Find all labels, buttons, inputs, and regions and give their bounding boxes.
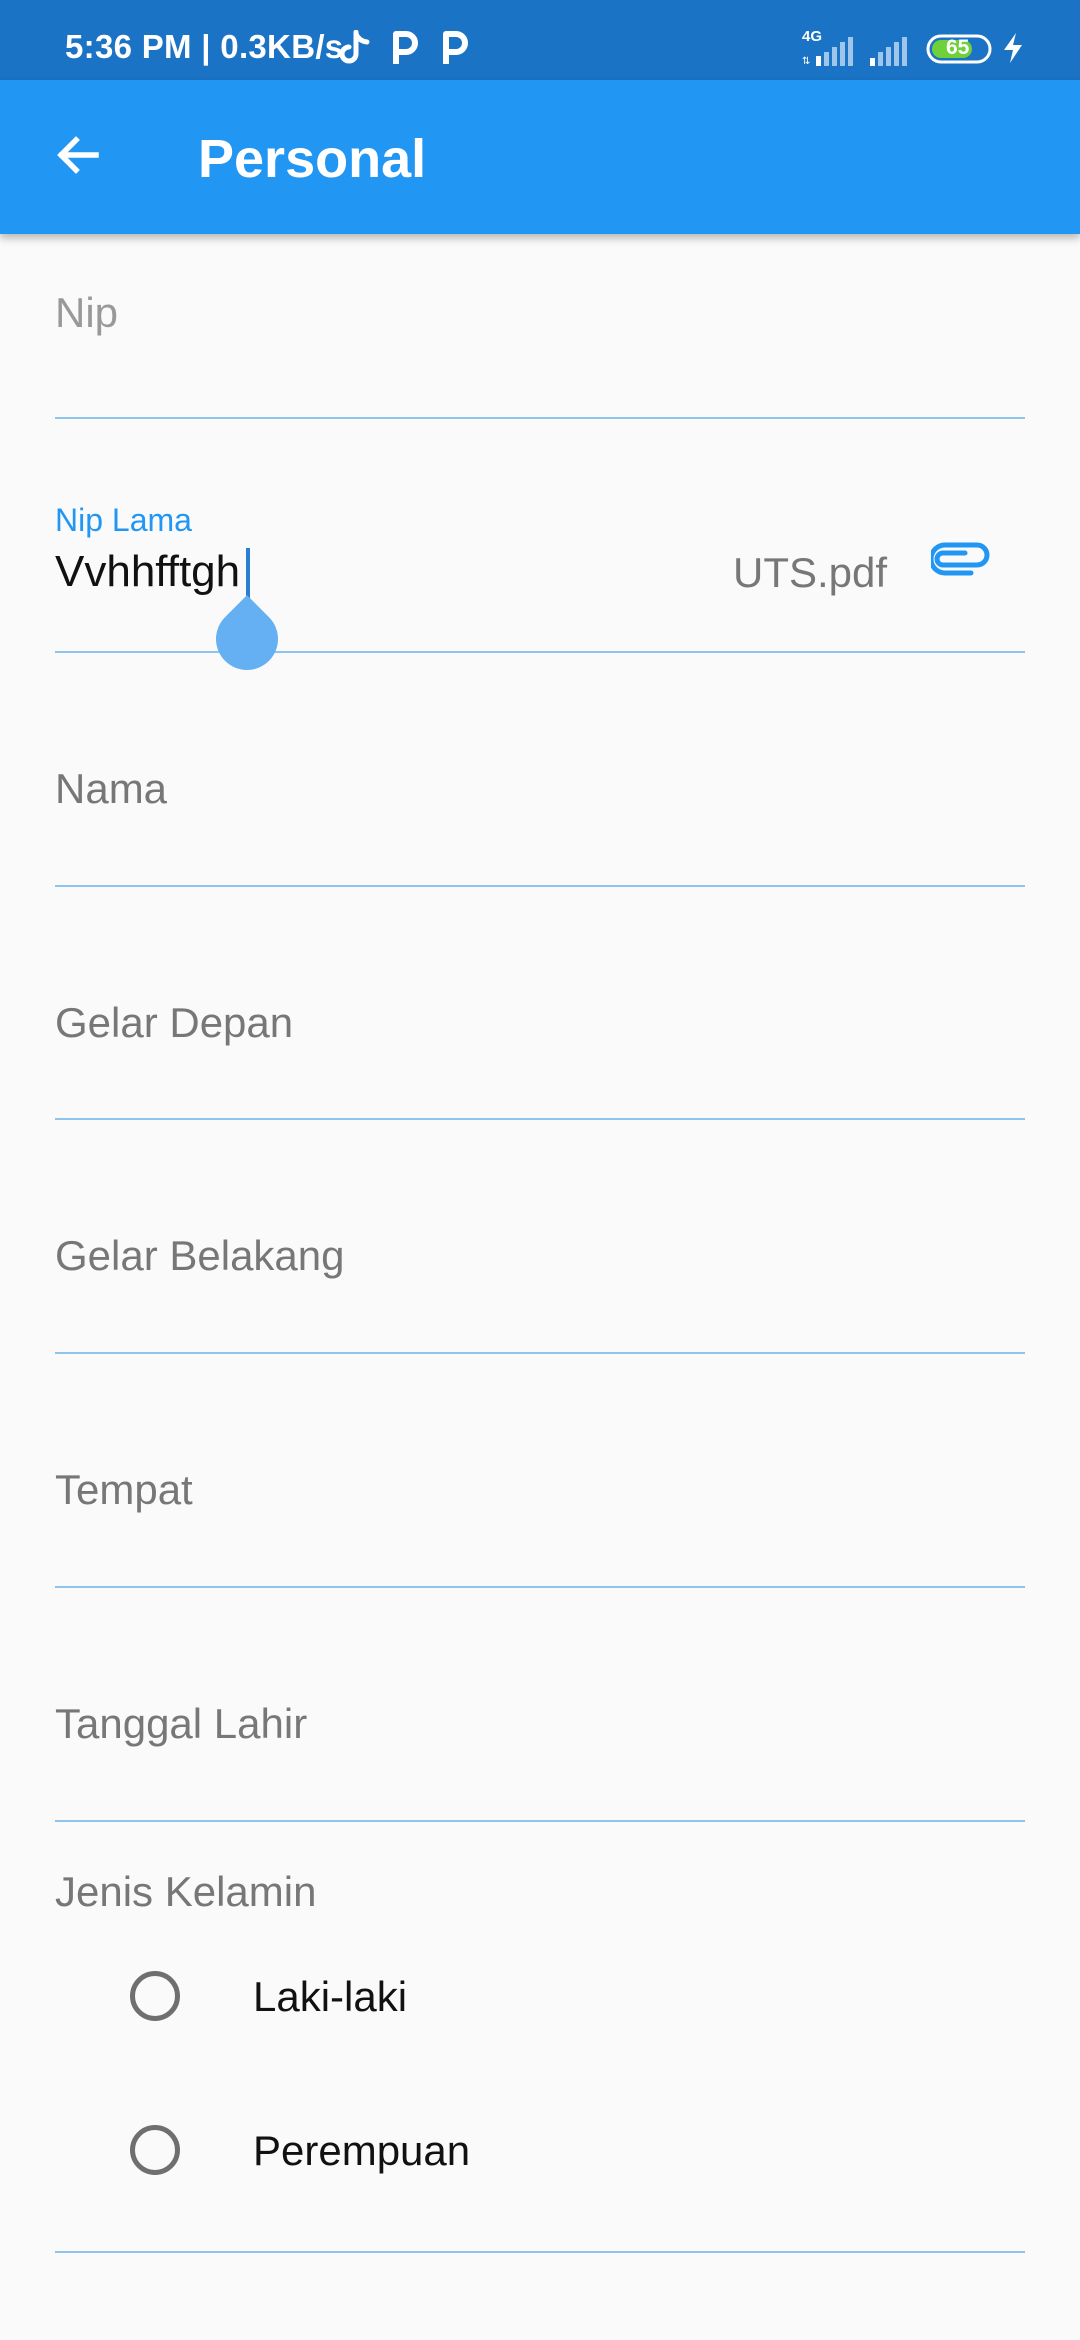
page-title: Personal	[198, 129, 427, 189]
status-bar: 5:36 PM | 0.3KB/s 4G ⇅ 65	[0, 0, 1080, 80]
signal-icon	[868, 36, 918, 71]
nip-lama-field[interactable]: Nip Lama Vvhhfftgh UTS.pdf	[55, 419, 1025, 683]
p-app-icon	[390, 30, 420, 71]
tiktok-icon	[339, 29, 370, 71]
radio-label: Perempuan	[253, 2127, 471, 2174]
paperclip-icon	[928, 539, 991, 584]
tanggal-lahir-label: Tanggal Lahir	[55, 1700, 308, 1747]
tempat-field[interactable]: Tempat	[55, 1354, 1025, 1588]
tanggal-lahir-field[interactable]: Tanggal Lahir	[55, 1588, 1025, 1822]
nip-field[interactable]: Nip	[55, 234, 1025, 419]
nip-label: Nip	[55, 289, 119, 336]
jenis-kelamin-label: Jenis Kelamin	[55, 1868, 317, 1915]
p-app-icon	[440, 30, 470, 71]
gelar-belakang-label: Gelar Belakang	[55, 1232, 345, 1279]
personal-form: Nip Nip Lama Vvhhfftgh UTS.pdf Nama Gela…	[0, 234, 1080, 2340]
signal-icon: ⇅	[800, 36, 858, 71]
text-cursor	[246, 548, 250, 600]
status-time: 5:36 PM | 0.3KB/s	[65, 28, 344, 65]
nip-lama-input[interactable]: Vvhhfftgh	[55, 547, 240, 597]
nama-field[interactable]: Nama	[55, 653, 1025, 887]
charging-icon	[1002, 32, 1024, 69]
svg-text:⇅: ⇅	[802, 56, 810, 66]
gelar-belakang-field[interactable]: Gelar Belakang	[55, 1120, 1025, 1354]
radio-label: Laki-laki	[253, 1973, 408, 2020]
back-button[interactable]	[38, 117, 118, 197]
app-bar: Personal	[0, 80, 1080, 234]
attachment-filename: UTS.pdf	[733, 549, 888, 596]
nama-label: Nama	[55, 765, 168, 812]
radio-perempuan[interactable]: Perempuan	[120, 2102, 720, 2202]
gelar-depan-field[interactable]: Gelar Depan	[55, 887, 1025, 1120]
nip-lama-label: Nip Lama	[55, 502, 192, 538]
gelar-depan-label: Gelar Depan	[55, 999, 294, 1046]
battery-level: 65	[946, 36, 970, 59]
radio-button[interactable]	[130, 2125, 180, 2175]
arrow-left-icon	[54, 131, 102, 184]
divider	[55, 2251, 1025, 2253]
tempat-label: Tempat	[55, 1466, 193, 1513]
radio-button[interactable]	[130, 1971, 180, 2021]
attach-file-button[interactable]	[925, 531, 997, 591]
radio-laki-laki[interactable]: Laki-laki	[120, 1948, 720, 2048]
